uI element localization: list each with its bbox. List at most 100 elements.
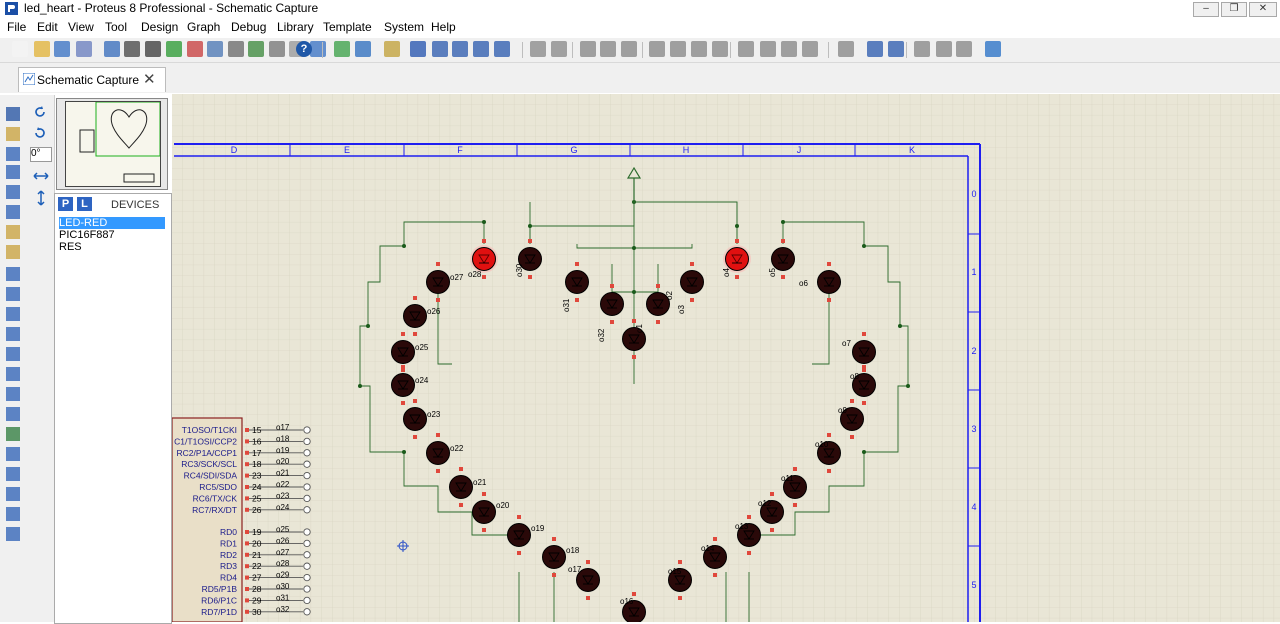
undo-icon[interactable] <box>530 41 546 57</box>
open-icon[interactable] <box>34 41 50 57</box>
close-window-button[interactable]: ✕ <box>1249 2 1277 17</box>
menu-graph[interactable]: Graph <box>187 20 220 34</box>
minimize-button[interactable]: – <box>1193 2 1219 17</box>
component-mode-icon[interactable] <box>6 127 20 141</box>
device-item-pic16f887[interactable]: PIC16F887 <box>59 229 115 241</box>
block-rotate-icon[interactable] <box>691 41 707 57</box>
pdf-icon[interactable] <box>985 41 1001 57</box>
menu-template[interactable]: Template <box>323 20 372 34</box>
zoom-in-icon[interactable] <box>432 41 448 57</box>
rotate-ccw-icon[interactable] <box>33 126 47 140</box>
subcircuit-icon[interactable] <box>6 225 20 239</box>
selection-mode-icon[interactable] <box>6 107 20 121</box>
terminals-icon[interactable] <box>6 245 20 259</box>
net-terminal[interactable] <box>303 573 311 582</box>
pick-devices-button[interactable]: P <box>58 197 73 211</box>
net-terminal[interactable] <box>303 608 311 616</box>
zoom-all-icon[interactable] <box>473 41 489 57</box>
net-terminal[interactable] <box>303 471 311 480</box>
wire-autoroute-icon[interactable] <box>802 41 818 57</box>
menu-edit[interactable]: Edit <box>37 20 58 34</box>
import-icon[interactable] <box>76 41 92 57</box>
redo-icon[interactable] <box>551 41 567 57</box>
menu-library[interactable]: Library <box>277 20 314 34</box>
close-tab-icon[interactable]: ✕ <box>143 70 156 88</box>
voltage-probe-icon[interactable] <box>6 347 20 361</box>
design-explorer-icon[interactable] <box>888 41 904 57</box>
new-icon[interactable] <box>12 41 28 57</box>
gerber-icon[interactable] <box>269 41 285 57</box>
home-icon[interactable] <box>104 41 120 57</box>
net-terminal[interactable] <box>303 585 311 593</box>
origin-icon[interactable] <box>384 41 400 57</box>
pick-device-icon[interactable] <box>738 41 754 57</box>
bom-icon[interactable] <box>207 41 223 57</box>
pcb-icon[interactable] <box>248 41 264 57</box>
grid-icon[interactable] <box>355 41 371 57</box>
tab-schematic-capture[interactable]: Schematic Capture ✕ <box>18 67 166 92</box>
box-2d-icon[interactable] <box>6 407 20 421</box>
maximize-button[interactable]: ❐ <box>1221 2 1247 17</box>
refresh-icon[interactable] <box>334 41 350 57</box>
device-item-led-red[interactable]: LED-RED <box>59 217 165 229</box>
menu-help[interactable]: Help <box>431 20 456 34</box>
circle-2d-icon[interactable] <box>6 427 20 441</box>
symbol-2d-icon[interactable] <box>6 507 20 521</box>
net-terminal[interactable] <box>303 539 311 548</box>
zoom-out-icon[interactable] <box>452 41 468 57</box>
mirror-vertical-icon[interactable] <box>35 190 47 206</box>
make-device-icon[interactable] <box>760 41 776 57</box>
graph-icon[interactable] <box>6 287 20 301</box>
generator-icon[interactable] <box>6 327 20 341</box>
menu-view[interactable]: View <box>68 20 94 34</box>
marker-2d-icon[interactable] <box>6 527 20 541</box>
block-delete-icon[interactable] <box>712 41 728 57</box>
net-terminal[interactable] <box>303 494 311 503</box>
arc-2d-icon[interactable] <box>6 447 20 461</box>
pan-icon[interactable] <box>410 41 426 57</box>
doc-icon[interactable] <box>228 41 244 57</box>
net-terminal[interactable] <box>303 562 311 570</box>
stop-icon[interactable] <box>187 41 203 57</box>
menu-design[interactable]: Design <box>141 20 178 34</box>
new-sheet-icon[interactable] <box>914 41 930 57</box>
rotation-angle-field[interactable]: 0° <box>30 147 52 162</box>
cut-icon[interactable] <box>580 41 596 57</box>
device-item-res[interactable]: RES <box>59 241 82 253</box>
save-icon[interactable] <box>54 41 70 57</box>
device-pins-icon[interactable] <box>6 267 20 281</box>
wire-label-icon[interactable] <box>6 165 20 179</box>
component-icon[interactable] <box>124 41 140 57</box>
tape-recorder-icon[interactable] <box>6 307 20 321</box>
menu-system[interactable]: System <box>384 20 424 34</box>
menu-file[interactable]: File <box>7 20 26 34</box>
rotate-cw-icon[interactable] <box>33 105 47 119</box>
decompose-icon[interactable] <box>781 41 797 57</box>
text-2d-icon[interactable] <box>6 487 20 501</box>
net-terminal[interactable] <box>303 460 311 468</box>
zoom-area-icon[interactable] <box>494 41 510 57</box>
net-terminal[interactable] <box>303 596 311 605</box>
net-terminal[interactable] <box>303 483 311 491</box>
schematic-canvas[interactable]: DEFGHJK 012345 T1OSO/T1CKI 15 o17 C1/T1OSI/… <box>172 94 1280 622</box>
search-icon[interactable] <box>867 41 883 57</box>
block-move-icon[interactable] <box>670 41 686 57</box>
line-2d-icon[interactable] <box>6 387 20 401</box>
netlist-icon[interactable] <box>310 41 326 57</box>
mirror-horizontal-icon[interactable] <box>33 170 49 182</box>
copy-icon[interactable] <box>600 41 616 57</box>
menu-tool[interactable]: Tool <box>105 20 127 34</box>
net-terminal[interactable] <box>303 437 311 446</box>
property-assign-icon[interactable] <box>838 41 854 57</box>
bus-icon[interactable] <box>6 205 20 219</box>
path-2d-icon[interactable] <box>6 467 20 481</box>
help-icon[interactable]: ? <box>296 41 312 57</box>
menu-debug[interactable]: Debug <box>231 20 266 34</box>
net-terminal[interactable] <box>303 551 311 559</box>
overview-window[interactable] <box>56 98 168 190</box>
text-script-icon[interactable] <box>6 185 20 199</box>
remove-sheet-icon[interactable] <box>936 41 952 57</box>
net-terminal[interactable] <box>303 506 311 514</box>
package-icon[interactable] <box>145 41 161 57</box>
library-manager-button[interactable]: L <box>77 197 92 211</box>
